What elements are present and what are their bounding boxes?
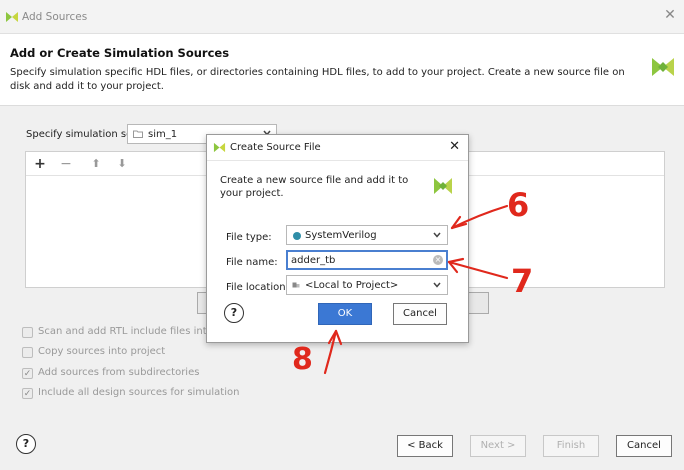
vivado-logo-icon: [6, 12, 18, 22]
file-type-value: SystemVerilog: [305, 230, 377, 241]
file-name-label: File name:: [226, 257, 278, 268]
file-name-input[interactable]: adder_tb ×: [286, 250, 448, 270]
file-location-label: File location:: [226, 282, 289, 293]
help-button[interactable]: ?: [16, 434, 36, 454]
ok-button[interactable]: OK: [318, 303, 372, 325]
finish-button[interactable]: Finish: [543, 435, 599, 457]
chevron-down-icon: [433, 232, 441, 238]
move-down-icon[interactable]: ⬇: [114, 156, 130, 172]
checkbox[interactable]: [22, 327, 33, 338]
file-type-select[interactable]: SystemVerilog: [286, 225, 448, 245]
option-label: Copy sources into project: [38, 346, 166, 357]
vivado-logo-icon: [652, 58, 674, 76]
dialog-titlebar: Create Source File ✕: [207, 135, 468, 161]
cancel-button[interactable]: Cancel: [616, 435, 672, 457]
clear-icon[interactable]: ×: [433, 255, 443, 265]
file-type-label: File type:: [226, 232, 272, 243]
move-up-icon[interactable]: ⬆: [88, 156, 104, 172]
back-button[interactable]: < Back: [397, 435, 453, 457]
annotation-number: 7: [511, 262, 534, 300]
sim-set-label: Specify simulation set:: [26, 129, 140, 140]
file-name-value: adder_tb: [291, 255, 336, 266]
add-icon[interactable]: +: [32, 156, 48, 172]
wizard-header: Add or Create Simulation Sources Specify…: [0, 34, 684, 106]
location-icon: [292, 282, 300, 288]
option-label: Add sources from subdirectories: [38, 367, 200, 378]
dialog-cancel-button[interactable]: Cancel: [393, 303, 447, 325]
window-titlebar: Add Sources ✕: [0, 0, 684, 34]
vivado-logo-icon: [213, 142, 226, 153]
page-description: Specify simulation specific HDL files, o…: [10, 67, 625, 92]
option-label: Scan and add RTL include files into pro: [38, 326, 233, 337]
folder-icon: [133, 130, 143, 138]
next-button[interactable]: Next >: [470, 435, 526, 457]
sim-set-value: sim_1: [148, 129, 178, 140]
option-label: Include all design sources for simulatio…: [38, 387, 240, 398]
annotation-number: 6: [507, 186, 530, 224]
window-close-icon[interactable]: ✕: [662, 7, 678, 23]
dialog-close-icon[interactable]: ✕: [449, 139, 460, 154]
chevron-down-icon: [433, 282, 441, 288]
checkbox[interactable]: ✓: [22, 388, 33, 399]
page-title: Add or Create Simulation Sources: [10, 46, 230, 60]
remove-icon[interactable]: −: [58, 156, 74, 172]
dialog-title: Create Source File: [230, 142, 321, 153]
systemverilog-icon: [293, 232, 301, 240]
vivado-logo-icon: [434, 178, 452, 194]
window-title: Add Sources: [22, 11, 88, 23]
file-location-value: <Local to Project>: [305, 280, 399, 291]
checkbox[interactable]: [22, 347, 33, 358]
checkbox[interactable]: ✓: [22, 368, 33, 379]
create-source-file-dialog: Create Source File ✕ Create a new source…: [206, 134, 469, 343]
annotation-number: 8: [292, 342, 313, 377]
dialog-help-button[interactable]: ?: [224, 303, 244, 323]
file-location-select[interactable]: <Local to Project>: [286, 275, 448, 295]
dialog-description: Create a new source file and add it to y…: [220, 175, 409, 199]
